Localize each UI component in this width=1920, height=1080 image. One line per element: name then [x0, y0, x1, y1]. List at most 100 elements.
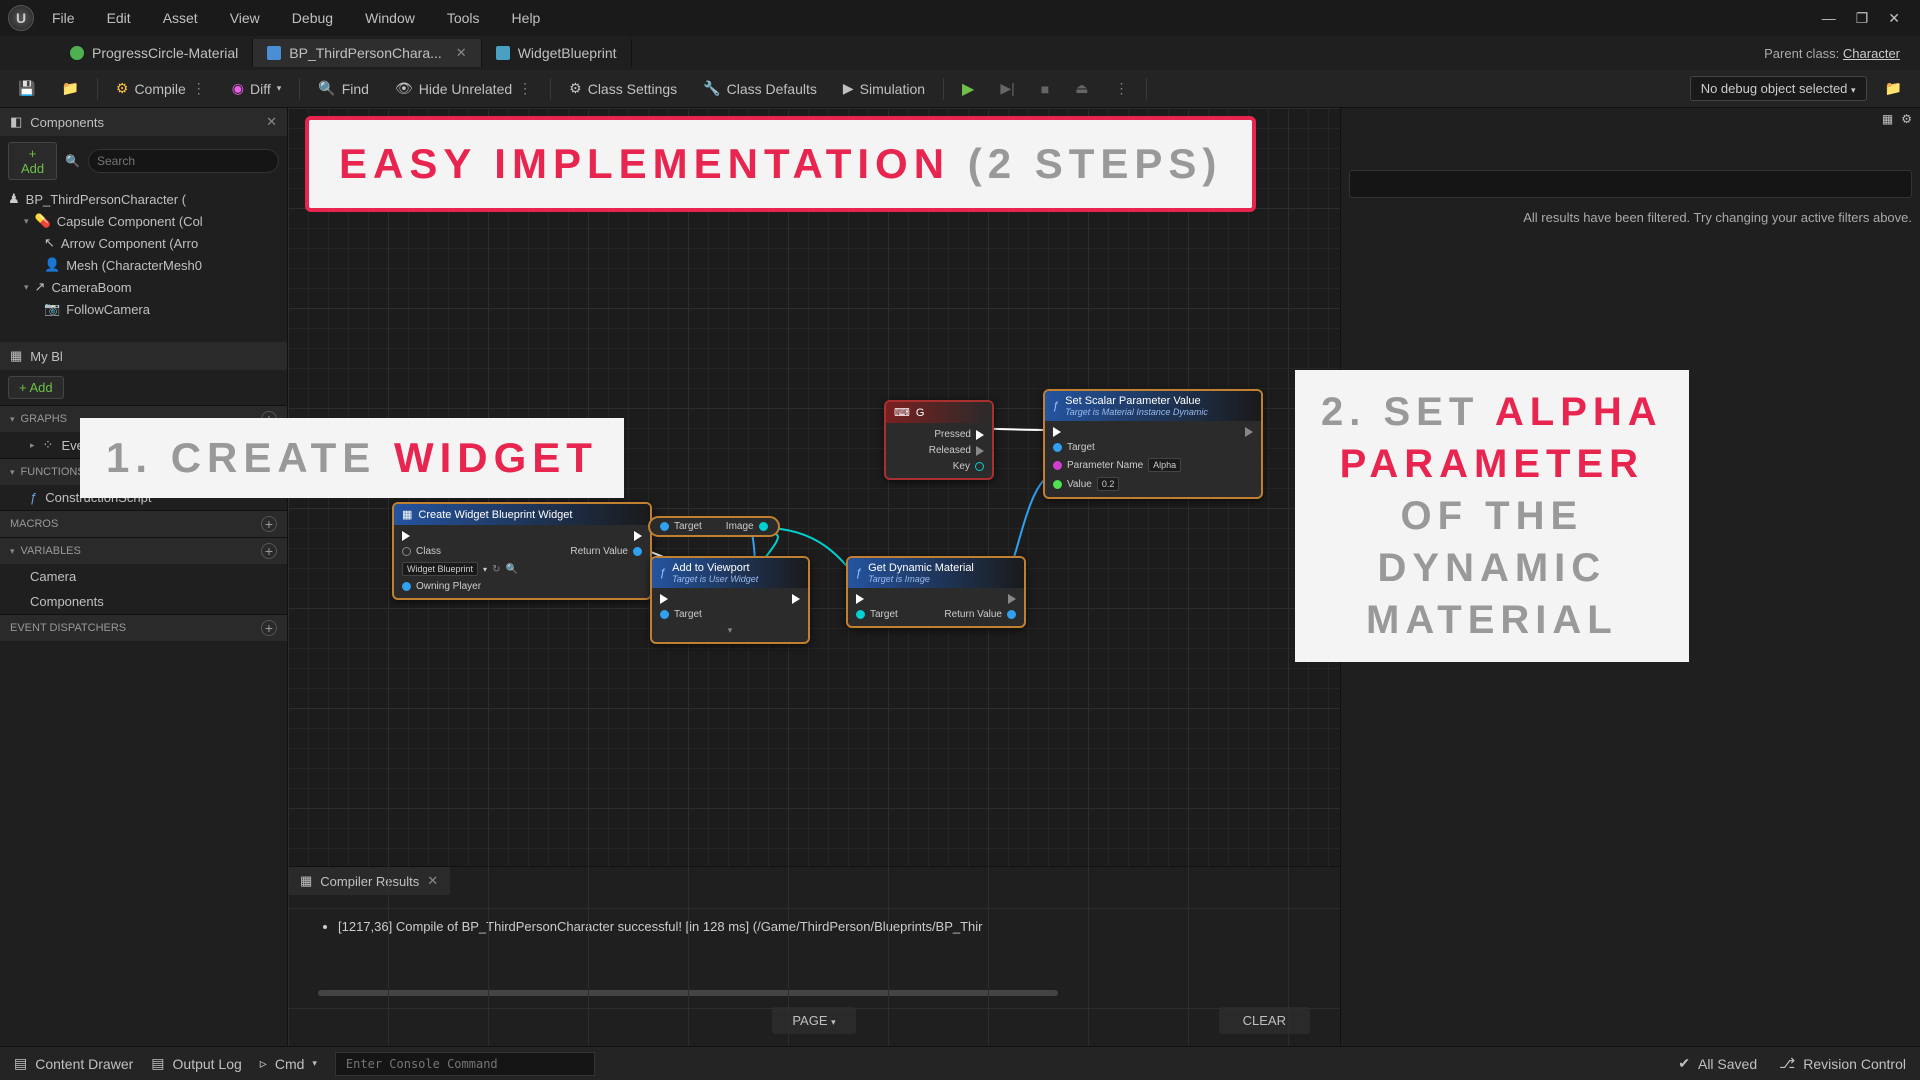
add-myblueprint-button[interactable]: + Add — [8, 376, 64, 399]
caret-down-icon[interactable]: ▾ — [24, 216, 29, 227]
cmd-button[interactable]: ▹Cmd ▾ — [260, 1055, 317, 1072]
arrow-icon: ↖ — [44, 235, 55, 251]
variable-camera[interactable]: Camera — [0, 564, 287, 589]
hide-icon: 👁 — [395, 80, 413, 97]
node-add-viewport[interactable]: ƒAdd to ViewportTarget is User Widget Ta… — [650, 556, 810, 644]
search-icon[interactable]: 🔍 — [505, 564, 517, 575]
class-defaults-button[interactable]: 🔧Class Defaults — [695, 76, 825, 101]
spring-arm-icon: ↗ — [35, 279, 46, 295]
tree-item[interactable]: 👤Mesh (CharacterMesh0 — [0, 254, 287, 276]
menu-view[interactable]: View — [216, 4, 274, 32]
pin-target[interactable] — [660, 610, 669, 619]
menu-debug[interactable]: Debug — [278, 4, 347, 32]
debug-object-select[interactable]: No debug object selected ▾ — [1690, 76, 1867, 101]
pin-target[interactable] — [856, 610, 865, 619]
menu-help[interactable]: Help — [498, 4, 555, 32]
add-variable-icon[interactable]: + — [261, 543, 277, 559]
search-components-input[interactable] — [88, 149, 279, 173]
output-log-button[interactable]: ▤Output Log — [151, 1055, 242, 1072]
chevron-down-icon[interactable]: ▾ — [660, 625, 800, 636]
pin-target[interactable] — [660, 522, 669, 531]
variable-components[interactable]: Components — [0, 589, 287, 614]
class-settings-button[interactable]: ⚙Class Settings — [561, 76, 685, 101]
node-key-g[interactable]: ⌨G Pressed Released Key — [884, 400, 994, 480]
chevron-down-icon[interactable]: ▾ — [483, 565, 487, 574]
tab-label: BP_ThirdPersonChara... — [289, 45, 442, 61]
more-button[interactable]: ⋮ — [1106, 76, 1136, 101]
node-set-scalar[interactable]: ƒSet Scalar Parameter ValueTarget is Mat… — [1043, 389, 1263, 499]
revision-control-button[interactable]: ⎇Revision Control — [1779, 1055, 1906, 1072]
compile-button[interactable]: ⚙Compile⋮ — [108, 76, 214, 101]
stop-button[interactable]: ■ — [1033, 77, 1057, 101]
refresh-icon[interactable]: ↻ — [492, 564, 500, 575]
variables-header[interactable]: ▾VARIABLES+ — [0, 537, 287, 564]
add-dispatcher-icon[interactable]: + — [261, 620, 277, 636]
pin-class[interactable] — [402, 547, 411, 556]
gear-icon[interactable]: ⚙ — [1901, 112, 1912, 126]
search-icon: 🔍 — [65, 154, 80, 168]
play-button[interactable]: ▶ — [954, 75, 982, 103]
add-component-button[interactable]: + Add — [8, 142, 57, 180]
pin-param-name[interactable] — [1053, 461, 1062, 470]
node-reroute[interactable]: Target Image — [648, 516, 780, 537]
menu-file[interactable]: File — [38, 4, 89, 32]
locate-button[interactable]: 📁 — [1877, 76, 1910, 101]
step-button[interactable]: ▶| — [992, 76, 1022, 101]
tab-progresscircle[interactable]: ProgressCircle-Material — [56, 39, 253, 67]
menu-window[interactable]: Window — [351, 4, 429, 32]
console-input[interactable] — [335, 1052, 595, 1076]
caret-down-icon[interactable]: ▾ — [24, 282, 29, 293]
maximize-icon[interactable]: ❐ — [1856, 10, 1869, 27]
save-button[interactable]: 💾 — [10, 76, 43, 101]
simulation-button[interactable]: ▶Simulation — [835, 76, 933, 101]
tree-item[interactable]: 📷FollowCamera — [0, 298, 287, 320]
pin-return[interactable] — [1007, 610, 1016, 619]
details-search-input[interactable] — [1349, 170, 1912, 198]
close-icon[interactable]: ✕ — [266, 114, 277, 130]
diff-button[interactable]: ◉Diff▾ — [224, 76, 290, 101]
function-icon: ƒ — [660, 567, 666, 579]
play-icon: ▶ — [962, 79, 974, 99]
pin-target[interactable] — [1053, 443, 1062, 452]
close-icon[interactable]: ✕ — [427, 873, 438, 889]
pin-key[interactable] — [975, 462, 984, 471]
tab-close-icon[interactable]: ✕ — [456, 45, 467, 61]
components-icon: ◧ — [10, 114, 22, 130]
tree-item[interactable]: ↖Arrow Component (Arro — [0, 232, 287, 254]
browse-button[interactable]: 📁 — [53, 76, 86, 101]
close-icon[interactable]: ✕ — [1888, 10, 1900, 27]
tab-widgetblueprint[interactable]: WidgetBlueprint — [482, 39, 632, 67]
node-get-dynamic-material[interactable]: ƒGet Dynamic MaterialTarget is Image Tar… — [846, 556, 1026, 628]
hide-unrelated-button[interactable]: 👁Hide Unrelated⋮ — [387, 76, 540, 101]
tab-label: WidgetBlueprint — [518, 45, 617, 61]
pin-return[interactable] — [633, 547, 642, 556]
find-button[interactable]: 🔍Find — [310, 76, 377, 101]
compiler-results-tab[interactable]: ▦Compiler Results✕ — [288, 867, 450, 895]
menu-edit[interactable]: Edit — [93, 4, 145, 32]
dispatchers-header[interactable]: EVENT DISPATCHERS+ — [0, 614, 287, 641]
menu-tools[interactable]: Tools — [433, 4, 494, 32]
pin-value[interactable] — [1053, 480, 1062, 489]
menu-asset[interactable]: Asset — [149, 4, 212, 32]
macros-header[interactable]: MACROS+ — [0, 510, 287, 537]
node-create-widget[interactable]: ▦Create Widget Blueprint Widget Class Re… — [392, 502, 652, 600]
pin-owning-player[interactable] — [402, 582, 411, 591]
eject-button[interactable]: ⏏ — [1067, 76, 1096, 101]
add-macro-icon[interactable]: + — [261, 516, 277, 532]
tree-item[interactable]: ▾↗CameraBoom — [0, 276, 287, 298]
clear-button[interactable]: CLEAR — [1219, 1007, 1310, 1034]
all-saved-status[interactable]: ✔All Saved — [1678, 1055, 1757, 1072]
tab-thirdperson[interactable]: BP_ThirdPersonChara... ✕ — [253, 39, 481, 67]
content-drawer-button[interactable]: ▤Content Drawer — [14, 1055, 133, 1072]
horizontal-scrollbar[interactable] — [318, 990, 1058, 996]
minimize-icon[interactable]: — — [1822, 10, 1836, 27]
parent-class-link[interactable]: Character — [1843, 46, 1900, 61]
pin-image[interactable] — [759, 522, 768, 531]
page-button[interactable]: PAGE ▾ — [772, 1007, 855, 1034]
compiler-panel: ▦Compiler Results✕ [1217,36] Compile of … — [288, 866, 1340, 1046]
grid-view-icon[interactable]: ▦ — [1882, 112, 1893, 126]
keyboard-icon: ⌨ — [894, 406, 910, 419]
tree-item[interactable]: ♟BP_ThirdPersonCharacter ( — [0, 188, 287, 210]
event-graph-canvas[interactable]: ▦Create Widget Blueprint Widget Class Re… — [288, 108, 1340, 1046]
tree-item[interactable]: ▾💊Capsule Component (Col — [0, 210, 287, 232]
